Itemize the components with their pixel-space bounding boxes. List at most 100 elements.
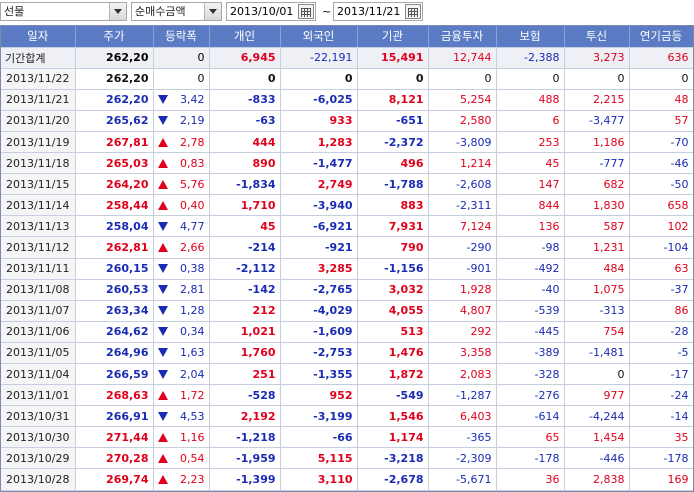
market-select[interactable]: 선물 — [0, 2, 127, 21]
cell-institution: 496 — [357, 152, 429, 175]
table-row[interactable]: 2013/11/19 267,81 2,78 444 1,283 -2,372 -3,809… — [1, 131, 693, 154]
table-row[interactable]: 2013/11/13 258,04 4,77 45 -6,921 7,931 7,124 13… — [1, 215, 693, 238]
change-value: 2,66 — [180, 240, 205, 254]
cell-foreign: -1,477 — [280, 152, 358, 175]
cell-date: 2013/11/05 — [1, 342, 76, 365]
summary-label: 기간합계 — [1, 47, 76, 69]
summary-row[interactable]: 기간합계 262,20 0 6,945 -22,191 15,491 12,74… — [1, 47, 693, 69]
start-date-field[interactable]: 2013/10/01 — [226, 2, 316, 21]
cell-pension: -178 — [629, 447, 693, 470]
cell-financial-investment: 2,580 — [428, 110, 497, 132]
cell-individual: 0 — [209, 68, 281, 90]
chevron-down-icon[interactable] — [109, 3, 126, 20]
cell-change: 2,81 — [153, 279, 210, 301]
cell-investment-trust: 977 — [564, 384, 630, 407]
cell-price: 270,28 — [75, 447, 154, 470]
table-row[interactable]: 2013/11/22 262,20 0 0 0 0 0 0 0 0 — [1, 68, 693, 90]
cell-pension: -104 — [629, 236, 693, 259]
table-row[interactable]: 2013/10/28 269,74 2,23 -1,399 3,110 -2,678 -5,… — [1, 468, 693, 491]
cell-foreign: -6,025 — [280, 89, 358, 111]
cell-change: 5,76 — [153, 173, 210, 196]
cell-price: 262,20 — [75, 89, 154, 111]
type-select[interactable]: 순매수금액 — [131, 2, 222, 21]
summary-financial-investment: 12,744 — [428, 47, 497, 69]
cell-financial-investment: -365 — [428, 426, 497, 449]
table-row[interactable]: 2013/11/04 266,59 2,04 251 -1,355 1,872 2,083-… — [1, 363, 693, 386]
cell-foreign: -3,199 — [280, 405, 358, 428]
chevron-down-icon[interactable] — [204, 3, 221, 20]
table-row[interactable]: 2013/10/30 271,44 1,16 -1,218 -66 1,174 -365 65… — [1, 426, 693, 449]
cell-investment-trust: 682 — [564, 173, 630, 196]
header-foreign[interactable]: 외국인 — [280, 26, 358, 48]
header-financial-investment[interactable]: 금융투자 — [428, 26, 497, 48]
table-row[interactable]: 2013/11/20 265,62 2,19 -63 933 -651 2,580 6 -3,4… — [1, 110, 693, 132]
cell-financial-investment: -5,671 — [428, 468, 497, 491]
header-change[interactable]: 등락폭 — [153, 26, 210, 48]
header-date[interactable]: 일자 — [1, 26, 76, 48]
cell-institution: 1,872 — [357, 363, 429, 386]
cell-investment-trust: 0 — [564, 68, 630, 90]
table-row[interactable]: 2013/11/08 260,53 2,81 -142 -2,765 3,032 1,928… — [1, 279, 693, 301]
cell-date: 2013/11/04 — [1, 363, 76, 386]
table-row[interactable]: 2013/10/29 270,28 0,54 -1,959 5,115 -3,218 -2,… — [1, 447, 693, 470]
investor-trading-table: 일자 주가 등락폭 개인 외국인 기관 금융투자 보험 투신 연기금등 기간합계… — [0, 25, 694, 492]
cell-date: 2013/11/20 — [1, 110, 76, 132]
cell-institution: -651 — [357, 110, 429, 132]
filter-toolbar: 선물 순매수금액 2013/10/01 ~ 2013/11/21 — [0, 0, 694, 24]
cell-price: 265,62 — [75, 110, 154, 132]
header-price[interactable]: 주가 — [75, 26, 154, 48]
header-institution[interactable]: 기관 — [357, 26, 429, 48]
table-row[interactable]: 2013/11/18 265,03 0,83 890 -1,477 496 1,214 45-… — [1, 152, 693, 175]
change-value: 2,23 — [180, 473, 205, 487]
summary-individual: 6,945 — [209, 47, 281, 69]
cell-foreign: 3,110 — [280, 468, 358, 491]
cell-date: 2013/10/28 — [1, 468, 76, 491]
cell-individual: -1,399 — [209, 468, 281, 491]
cell-change: 1,63 — [153, 342, 210, 365]
cell-change: 0 — [153, 68, 210, 90]
cell-individual: -142 — [209, 279, 281, 301]
cell-foreign: -66 — [280, 426, 358, 449]
triangle-down-icon — [157, 348, 168, 358]
change-value: 1,16 — [180, 430, 205, 444]
cell-individual: -63 — [209, 110, 281, 132]
cell-insurance: -328 — [496, 363, 565, 386]
cell-investment-trust: -4,244 — [564, 405, 630, 428]
cell-insurance: 45 — [496, 152, 565, 175]
table-row[interactable]: 2013/10/31 266,91 4,53 2,192 -3,199 1,546 6,40… — [1, 405, 693, 428]
triangle-down-icon — [157, 411, 168, 421]
cell-insurance: 253 — [496, 131, 565, 154]
header-insurance[interactable]: 보험 — [496, 26, 565, 48]
cell-date: 2013/11/11 — [1, 258, 76, 280]
cell-institution: 4,055 — [357, 300, 429, 322]
cell-individual: -528 — [209, 384, 281, 407]
summary-foreign: -22,191 — [280, 47, 358, 69]
header-pension[interactable]: 연기금등 — [629, 26, 693, 48]
header-individual[interactable]: 개인 — [209, 26, 281, 48]
change-value: 3,42 — [180, 93, 205, 107]
cell-price: 262,20 — [75, 68, 154, 90]
cell-change: 1,72 — [153, 384, 210, 407]
table-row[interactable]: 2013/11/12 262,81 2,66 -214 -921 790 -290 -98 1,… — [1, 236, 693, 259]
calendar-icon[interactable] — [298, 4, 314, 19]
change-value: 0 — [197, 72, 205, 86]
table-row[interactable]: 2013/11/01 268,63 1,72 -528 952 -549 -1,287 -27… — [1, 384, 693, 407]
end-date-field[interactable]: 2013/11/21 — [333, 2, 423, 21]
cell-institution: 1,174 — [357, 426, 429, 449]
summary-price: 262,20 — [75, 47, 154, 69]
table-row[interactable]: 2013/11/06 264,62 0,34 1,021 -1,609 513 292 -44… — [1, 321, 693, 343]
cell-investment-trust: 587 — [564, 215, 630, 238]
table-row[interactable]: 2013/11/15 264,20 5,76 -1,834 2,749 -1,788 -2,… — [1, 173, 693, 196]
table-row[interactable]: 2013/11/05 264,96 1,63 1,760 -2,753 1,476 3,35… — [1, 342, 693, 365]
table-row[interactable]: 2013/11/21 262,20 3,42 -833 -6,025 8,121 5,254… — [1, 89, 693, 111]
calendar-icon[interactable] — [405, 4, 421, 19]
triangle-up-icon — [157, 475, 168, 485]
cell-price: 258,44 — [75, 194, 154, 217]
cell-institution: -1,156 — [357, 258, 429, 280]
table-row[interactable]: 2013/11/07 263,34 1,28 212 -4,029 4,055 4,807-… — [1, 300, 693, 322]
cell-individual: -833 — [209, 89, 281, 111]
cell-individual: 890 — [209, 152, 281, 175]
header-investment-trust[interactable]: 투신 — [564, 26, 630, 48]
table-row[interactable]: 2013/11/11 260,15 0,38 -2,112 3,285 -1,156 -90… — [1, 258, 693, 280]
table-row[interactable]: 2013/11/14 258,44 0,40 1,710 -3,940 883 -2,311… — [1, 194, 693, 217]
